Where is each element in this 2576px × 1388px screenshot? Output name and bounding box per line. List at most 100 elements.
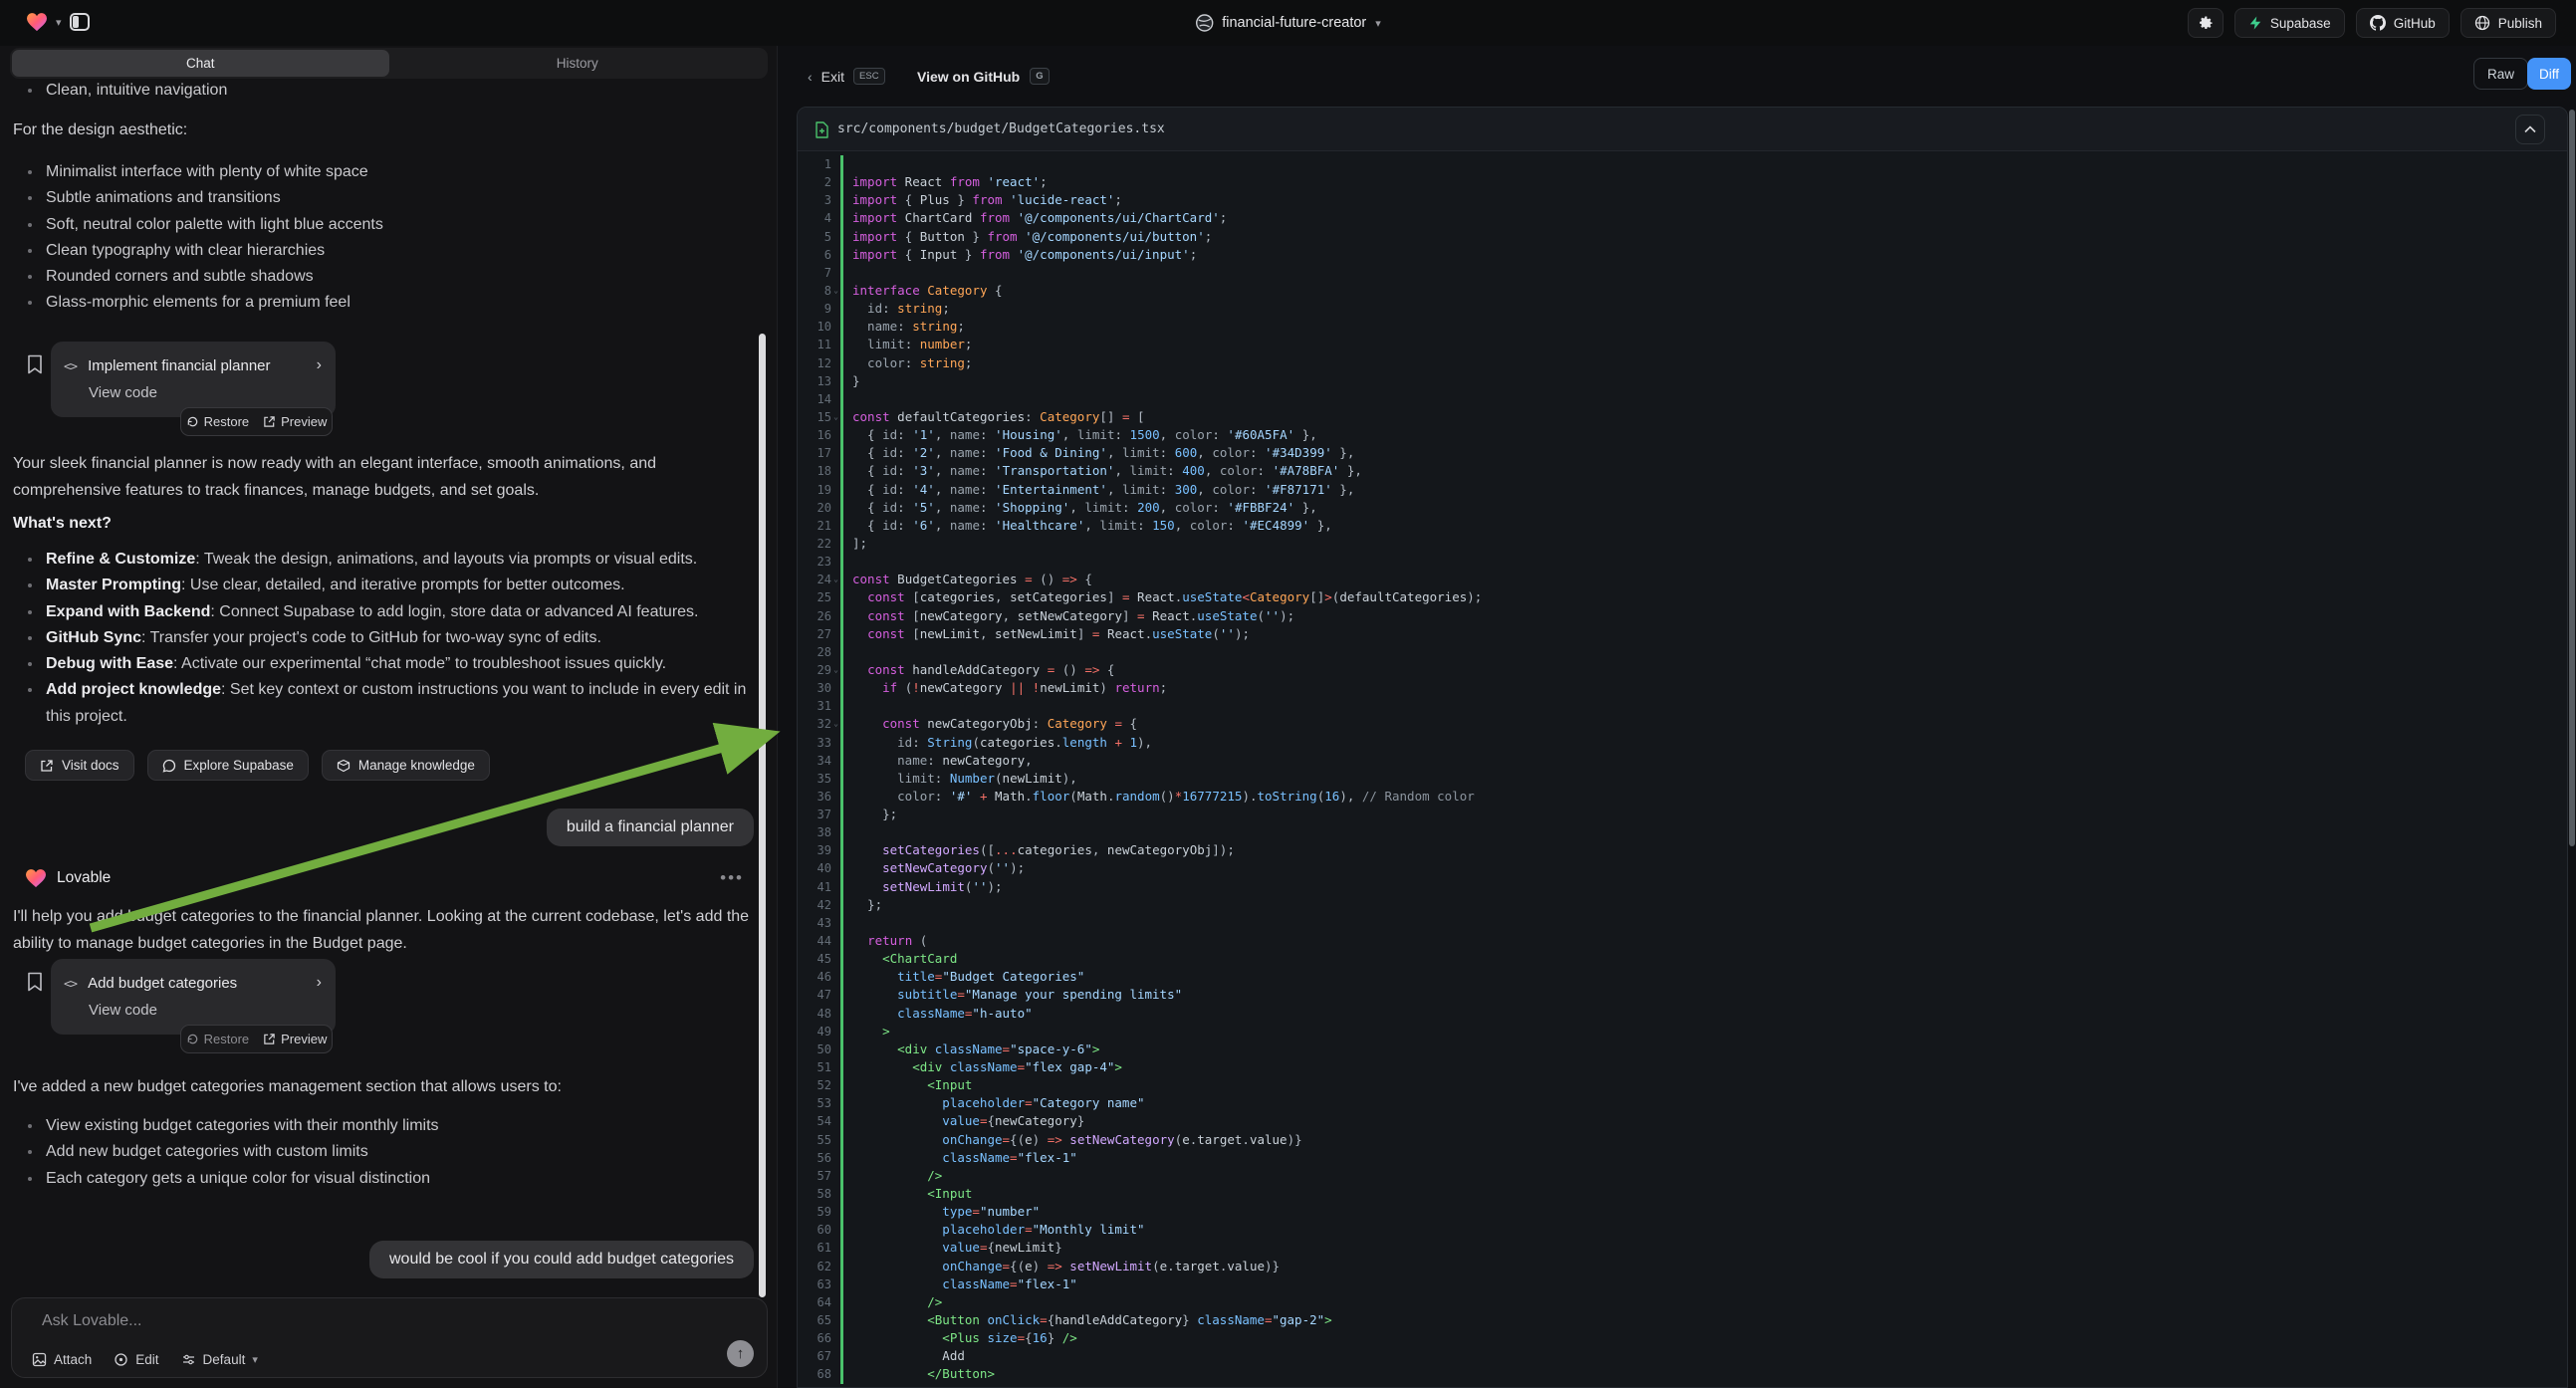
diff-added-gutter [840,1167,843,1185]
mode-select[interactable]: Default ▾ [181,1352,258,1367]
chat-composer[interactable]: Ask Lovable... Attach Edit Default ▾ ↑ [11,1297,768,1378]
code-text: } [852,372,860,390]
fold-toggle-icon[interactable]: ⌄ [831,571,840,588]
diff-added-gutter [840,841,843,859]
diff-added-gutter [840,878,843,896]
bullet-dot [28,583,32,587]
composer-placeholder[interactable]: Ask Lovable... [42,1312,142,1330]
github-button[interactable]: GitHub [2356,8,2450,38]
preview-button[interactable]: Preview [263,414,327,429]
fold-spacer [831,390,840,408]
fold-spacer [831,444,840,462]
external-link-icon [40,759,54,773]
code-line: 63 className="flex-1" [798,1275,2567,1293]
bookmark-icon[interactable] [26,354,46,374]
code-line: 19 { id: '4', name: 'Entertainment', lim… [798,481,2567,499]
knowledge-box-icon [337,759,351,773]
diff-added-gutter [840,462,843,480]
restore-button[interactable]: Restore [186,1032,250,1046]
sidebar-toggle-icon[interactable] [70,13,90,31]
file-header[interactable]: src/components/budget/BudgetCategories.t… [798,108,2567,151]
fold-spacer [831,1023,840,1041]
fold-toggle-icon[interactable]: ⌄ [831,408,840,426]
fold-toggle-icon[interactable]: ⌄ [831,661,840,679]
send-button[interactable]: ↑ [727,1340,754,1367]
line-number: 1 [798,155,831,173]
code-text: color: '#' + Math.floor(Math.random()*16… [852,788,1475,806]
exit-button[interactable]: Exit [821,69,844,85]
diff-added-gutter [840,228,843,246]
supabase-label: Supabase [2270,16,2331,31]
fold-spacer [831,155,840,173]
code-text: const BudgetCategories = () => { [852,571,1092,588]
code-text: { id: '2', name: 'Food & Dining', limit:… [852,444,1354,462]
supabase-button[interactable]: Supabase [2234,8,2345,38]
diff-added-gutter [840,697,843,715]
code-text: <ChartCard [852,950,957,968]
code-text: }; [852,896,882,914]
diff-added-gutter [840,408,843,426]
chevron-right-icon[interactable]: › [317,974,322,992]
code-editor[interactable]: 12import React from 'react';3import { Pl… [798,151,2567,1384]
code-text: subtitle="Manage your spending limits" [852,986,1182,1004]
code-text: import React from 'react'; [852,173,1048,191]
code-line: 3import { Plus } from 'lucide-react'; [798,191,2567,209]
chat-scrollbar[interactable] [759,334,766,1297]
bookmark-icon[interactable] [26,972,46,992]
code-text: onChange={(e) => setNewLimit(e.target.va… [852,1258,1280,1275]
diff-added-gutter [840,806,843,823]
diff-toggle-button[interactable]: Diff [2527,58,2571,90]
line-number: 4 [798,209,831,227]
more-menu-icon[interactable]: ••• [720,868,744,888]
diff-added-gutter [840,1185,843,1203]
chat-action-buttons: Visit docs Explore Supabase Manage knowl… [25,750,490,781]
diff-added-gutter [840,679,843,697]
line-number: 61 [798,1239,831,1257]
view-code-link[interactable]: View code [89,1002,336,1019]
fold-spacer [831,462,840,480]
fold-toggle-icon[interactable]: ⌄ [831,715,840,733]
version-card-add-budget-categories[interactable]: <> Add budget categories › View code [51,959,336,1035]
diff-added-gutter [840,715,843,733]
view-on-github-link[interactable]: View on GitHub [917,69,1020,85]
lovable-logo-icon[interactable] [26,12,48,32]
top-bar: ▾ financial-future-creator ▾ Supabase Gi… [0,0,2576,46]
code-line: 32⌄ const newCategoryObj: Category = { [798,715,2567,733]
tab-chat[interactable]: Chat [12,50,389,77]
settings-button[interactable] [2188,8,2224,38]
code-line: 61 value={newLimit} [798,1239,2567,1257]
code-line: 34 name: newCategory, [798,752,2567,770]
diff-added-gutter [840,1275,843,1293]
bullet-dot [28,1177,32,1181]
code-line: 43 [798,914,2567,932]
tab-history[interactable]: History [389,50,767,77]
manage-knowledge-button[interactable]: Manage knowledge [322,750,490,781]
code-text: { id: '6', name: 'Healthcare', limit: 15… [852,517,1332,535]
fold-spacer [831,246,840,264]
restore-button[interactable]: Restore [186,414,250,429]
fold-toggle-icon[interactable]: ⌄ [831,282,840,300]
edit-button[interactable]: Edit [114,1352,158,1367]
assistant-paragraph: I'll help you add budget categories to t… [13,903,758,957]
publish-button[interactable]: Publish [2460,8,2556,38]
raw-toggle-button[interactable]: Raw [2473,58,2528,90]
visit-docs-button[interactable]: Visit docs [25,750,134,781]
version-card-implement-financial-planner[interactable]: <> Implement financial planner › View co… [51,342,336,417]
fold-spacer [831,878,840,896]
line-number: 10 [798,318,831,336]
code-line: 7 [798,264,2567,282]
attach-button[interactable]: Attach [32,1352,92,1367]
line-number: 67 [798,1347,831,1365]
line-number: 64 [798,1293,831,1311]
preview-button[interactable]: Preview [263,1032,327,1046]
project-selector[interactable]: financial-future-creator ▾ [1195,0,1381,46]
explore-supabase-button[interactable]: Explore Supabase [147,750,309,781]
line-number: 28 [798,643,831,661]
code-scrollbar[interactable] [2569,110,2575,846]
collapse-file-button[interactable] [2515,115,2545,144]
code-line: 53 placeholder="Category name" [798,1094,2567,1112]
chevron-right-icon[interactable]: › [317,356,322,374]
chevron-down-icon[interactable]: ▾ [56,16,62,29]
code-text: limit: number; [852,336,972,353]
view-code-link[interactable]: View code [89,384,336,401]
